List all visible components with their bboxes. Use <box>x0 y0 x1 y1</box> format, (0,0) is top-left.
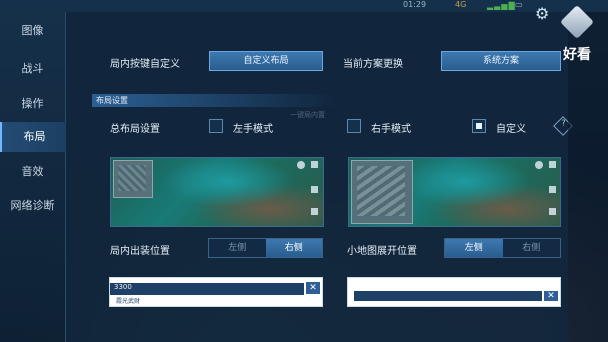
outfit-preview-value: 3300 <box>114 283 132 291</box>
preview-shop-icon <box>549 161 556 168</box>
preview-skill-icon <box>311 208 318 215</box>
total-layout-label: 总布局设置 <box>110 124 160 135</box>
left-hand-label: 左手模式 <box>233 124 273 135</box>
right-hand-checkbox[interactable] <box>347 119 361 133</box>
custom-layout-button[interactable]: 自定义布局 <box>209 51 323 71</box>
close-icon: ✕ <box>544 291 558 301</box>
outfit-preview-bar <box>110 283 304 295</box>
minimap-left-option[interactable]: 左侧 <box>445 239 503 257</box>
sidebar-item-layout[interactable]: 布局 <box>0 122 67 152</box>
section-title: 布局设置 <box>92 94 336 107</box>
left-hand-checkbox[interactable] <box>209 119 223 133</box>
close-icon: ✕ <box>306 282 320 294</box>
preview-skill-icon <box>311 186 318 193</box>
sidebar-item-sound[interactable]: 音效 <box>0 157 65 187</box>
outfit-right-option[interactable]: 右侧 <box>265 239 322 257</box>
preview-minimap-icon <box>351 160 413 224</box>
custom-key-label: 局内按键自定义 <box>110 59 180 70</box>
outfit-left-option[interactable]: 左侧 <box>209 239 266 257</box>
network-indicator: 4G <box>455 0 467 9</box>
outfit-position-label: 局内出装位置 <box>110 246 170 257</box>
minimap-right-option[interactable]: 右侧 <box>502 239 560 257</box>
preview-settings-icon <box>535 161 543 169</box>
gear-icon[interactable]: ⚙ <box>535 4 549 23</box>
minimap-preview-bar <box>354 291 542 301</box>
sidebar-item-combat[interactable]: 战斗 <box>0 54 65 84</box>
status-time: 01:29 <box>403 0 427 9</box>
minimap-layout-preview[interactable] <box>348 157 561 227</box>
outfit-position-toggle: 左侧 右侧 <box>208 238 323 258</box>
sidebar-item-network[interactable]: 网络诊断 <box>0 191 65 221</box>
minimap-position-label: 小地图展开位置 <box>347 246 417 257</box>
left-hand-layout-preview[interactable] <box>110 157 324 227</box>
ghost-hint: 一键局内置 <box>290 111 325 119</box>
minimap-position-toggle: 左侧 右侧 <box>444 238 561 258</box>
preview-minimap-icon <box>113 160 153 198</box>
preview-skill-icon <box>549 208 556 215</box>
battery-icon: ▭ <box>515 0 523 9</box>
custom-label: 自定义 <box>496 124 526 135</box>
preview-skill-icon <box>549 186 556 193</box>
settings-sidebar: 图像 战斗 操作 布局 音效 网络诊断 <box>0 12 67 342</box>
minimap-position-preview: ✕ <box>347 277 561 307</box>
status-bar: 01:29 4G ▂▃▅▇ ▭ <box>0 0 608 12</box>
sidebar-item-controls[interactable]: 操作 <box>0 89 65 119</box>
preview-shop-icon <box>311 161 318 168</box>
system-scheme-button[interactable]: 系统方案 <box>441 51 561 71</box>
brand-text: 好看 <box>563 47 591 63</box>
sidebar-item-graphics[interactable]: 图像 <box>0 16 65 46</box>
signal-icon: ▂▃▅▇ <box>487 1 516 10</box>
outfit-position-preview: 3300 霞光武财 ✕ <box>109 277 323 307</box>
current-scheme-label: 当前方案更换 <box>343 59 403 70</box>
custom-checkbox[interactable] <box>472 119 486 133</box>
right-hand-label: 右手模式 <box>371 124 411 135</box>
outfit-preview-name: 霞光武财 <box>116 298 141 305</box>
preview-settings-icon <box>297 161 305 169</box>
